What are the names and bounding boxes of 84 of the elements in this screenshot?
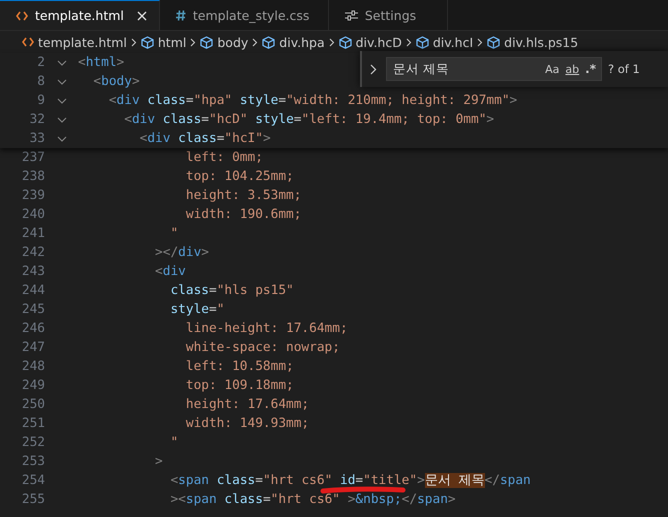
code-line: width: 190.6mm;: [184, 207, 302, 222]
cube-icon: [338, 36, 352, 48]
sliders-icon: [344, 10, 358, 20]
line-number: 254: [20, 473, 45, 488]
line-number: 243: [20, 264, 45, 279]
line-number: 240: [20, 207, 45, 222]
code-line: style=": [169, 302, 224, 317]
code-line: height: 17.64mm;: [184, 397, 310, 412]
line-number: 251: [20, 416, 45, 431]
breadcrumb-item[interactable]: div.hls.ps15: [487, 34, 578, 50]
chevron-down-icon[interactable]: [57, 60, 67, 66]
line-number: 248: [20, 359, 45, 374]
breadcrumb-item[interactable]: div.hcD: [338, 34, 402, 50]
code-line: line-height: 17.64mm;: [184, 321, 348, 336]
breadcrumb-item[interactable]: template.html: [22, 34, 127, 50]
line-number: 238: [20, 169, 45, 184]
line-number: 8: [36, 74, 45, 89]
code-line: top: 104.25mm;: [184, 169, 294, 184]
code-line: ": [169, 226, 178, 241]
line-number: 242: [20, 245, 45, 260]
code-line: <span class="hrt cs6" id="title">문서 제목</span: [169, 472, 531, 489]
cube-icon: [416, 36, 429, 48]
code-brackets-icon: [22, 37, 34, 47]
line-number: 2: [36, 55, 45, 70]
line-number: 249: [20, 378, 45, 393]
chevron-down-icon[interactable]: [57, 78, 67, 84]
breadcrumb-item[interactable]: div.hcI: [416, 34, 474, 50]
line-number: 239: [20, 188, 45, 203]
find-option-toggle[interactable]: .*: [583, 62, 598, 76]
code-line: left: 0mm;: [184, 150, 263, 165]
line-number: 255: [20, 492, 45, 507]
code-line: top: 109.18mm;: [184, 378, 294, 393]
editor-tab[interactable]: template.html: [0, 0, 160, 30]
line-number: 247: [20, 340, 45, 355]
code-line: <div class="hcI">: [138, 131, 271, 146]
chevron-down-icon[interactable]: [57, 136, 67, 142]
code-line: left: 10.58mm;: [184, 359, 294, 374]
code-line: width: 149.93mm;: [184, 416, 310, 431]
breadcrumb-item[interactable]: html: [140, 34, 186, 50]
line-number: 252: [20, 435, 45, 450]
line-number: 241: [20, 226, 45, 241]
chevron-down-icon[interactable]: [57, 98, 67, 104]
code-line: <div class="hpa" style="width: 210mm; height: 297mm">: [108, 93, 518, 108]
code-line: ": [169, 435, 178, 450]
breadcrumb-item[interactable]: div.hpa: [262, 34, 325, 50]
cube-icon: [200, 36, 214, 48]
cube-icon: [140, 36, 154, 48]
line-number: 245: [20, 302, 45, 317]
line-number: 253: [20, 454, 45, 469]
chevron-right-icon: [190, 38, 196, 46]
close-icon[interactable]: [136, 10, 147, 20]
chevron-right-icon: [328, 38, 335, 46]
line-number: 32: [28, 112, 45, 127]
code-line: ></div>: [154, 245, 210, 260]
chevron-right-icon: [477, 38, 484, 46]
code-line: >: [154, 454, 163, 469]
chevron-right-icon[interactable]: [370, 64, 377, 74]
chevron-right-icon: [130, 38, 137, 46]
match-count: ? of 1: [608, 62, 640, 76]
code-line: <html>: [78, 55, 124, 70]
hash-icon: [176, 10, 186, 20]
line-number: 244: [20, 283, 45, 298]
cube-icon: [487, 36, 500, 48]
line-number: 9: [36, 93, 45, 108]
find-input[interactable]: 문서 제목 Aa ab .*: [386, 57, 602, 81]
line-number: 250: [20, 397, 45, 412]
line-number: 33: [28, 131, 45, 146]
code-brackets-icon: [16, 10, 28, 20]
line-number: 237: [20, 150, 45, 165]
code-line: <div class="hcD" style="left: 19.4mm; top: 0mm">: [123, 112, 494, 127]
code-line: ><span class="hrt cs6" >&nbsp;</span>: [169, 492, 456, 507]
code-line: <body>: [92, 74, 140, 89]
chevron-down-icon[interactable]: [57, 116, 67, 122]
cube-icon: [262, 36, 276, 48]
code-line: class="hls ps15": [169, 283, 294, 298]
find-option-toggle[interactable]: ab: [563, 62, 582, 76]
code-line: height: 3.53mm;: [184, 188, 302, 203]
chevron-right-icon: [406, 38, 412, 46]
chevron-right-icon: [252, 38, 258, 46]
line-number: 246: [20, 321, 45, 336]
breadcrumb-item[interactable]: body: [200, 34, 248, 50]
code-line: white-space: nowrap;: [184, 340, 340, 355]
code-line: <div: [154, 264, 186, 279]
find-option-toggle[interactable]: Aa: [543, 62, 562, 76]
